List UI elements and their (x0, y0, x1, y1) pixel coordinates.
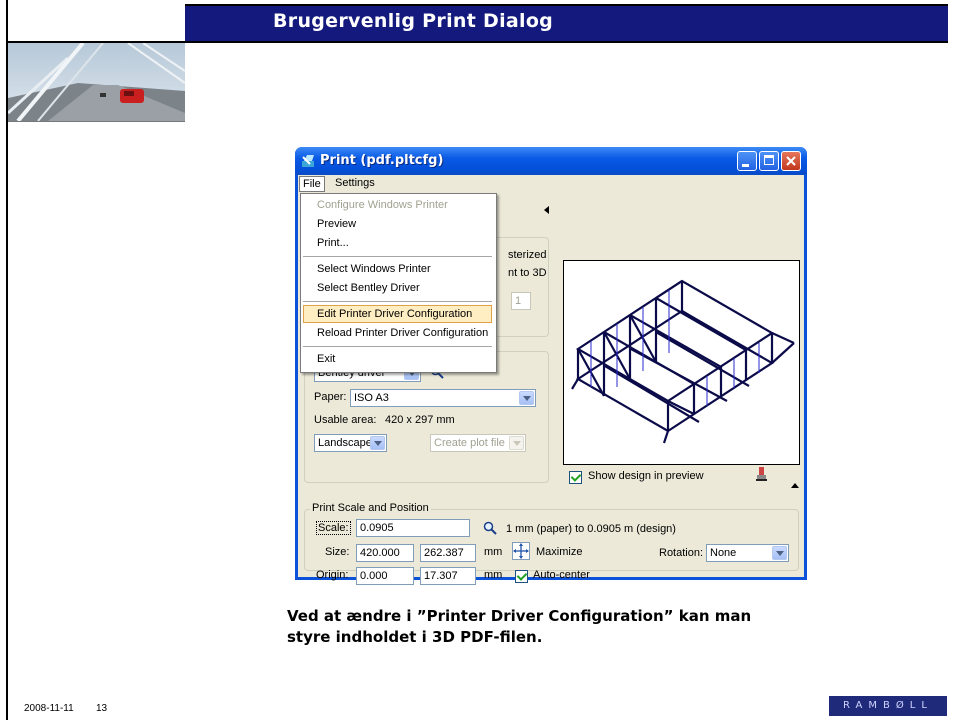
orientation-value: Landscape (318, 437, 372, 449)
rotation-label: Rotation: (659, 547, 704, 559)
window-titlebar[interactable]: Print (pdf.pltcfg) (295, 147, 807, 175)
menu-separator (303, 346, 492, 347)
maximize-icon (764, 155, 774, 165)
rasterized-label-partial: sterized (508, 249, 547, 261)
search-icon[interactable] (483, 521, 497, 535)
caption-line-1: Ved at ændre i ”Printer Driver Configura… (287, 607, 752, 625)
print-preview (563, 260, 800, 465)
maximize-button[interactable] (759, 151, 779, 171)
file-menu-dropdown: Configure Windows Printer Preview Print.… (300, 193, 497, 373)
usable-area-label: Usable area: (314, 414, 377, 426)
rotation-value: None (710, 547, 737, 559)
size-unit: mm (484, 546, 503, 558)
print-to-3d-label-partial: nt to 3D (508, 267, 547, 279)
close-button[interactable] (781, 151, 801, 171)
paper-label: Paper: (314, 391, 347, 403)
collapse-arrow-icon[interactable] (544, 206, 549, 214)
create-plot-file-select[interactable]: Create plot file (430, 434, 526, 452)
size-label: Size: (325, 546, 350, 558)
size-x-input[interactable]: 420.000 (356, 544, 414, 562)
origin-label: Origin: (316, 569, 349, 581)
chevron-down-icon (370, 436, 385, 450)
paper-select[interactable]: ISO A3 (350, 389, 536, 407)
auto-center-checkbox[interactable] (515, 570, 528, 583)
paper-value: ISO A3 (354, 392, 389, 404)
menu-file[interactable]: File (299, 176, 325, 192)
scale-label: Scale: (316, 521, 351, 535)
slide-caption: Ved at ændre i ”Printer Driver Configura… (287, 606, 907, 648)
chevron-down-icon (519, 391, 534, 405)
footer-page-number: 13 (96, 703, 108, 714)
usable-area-value: 420 x 297 mm (385, 414, 455, 426)
minimize-icon (742, 164, 749, 167)
chevron-down-icon (509, 436, 524, 450)
minimize-button[interactable] (737, 151, 757, 171)
menu-settings[interactable]: Settings (335, 177, 375, 189)
expand-arrow-icon[interactable] (791, 483, 799, 488)
slide-title: Brugervenlig Print Dialog (273, 10, 554, 32)
scale-description: 1 mm (paper) to 0.0905 m (design) (506, 523, 676, 535)
rotation-select[interactable]: None (706, 544, 789, 562)
scale-input[interactable]: 0.0905 (356, 519, 470, 537)
close-icon (786, 156, 796, 166)
maximize-label[interactable]: Maximize (536, 546, 582, 558)
menu-exit[interactable]: Exit (317, 350, 335, 368)
origin-unit: mm (484, 569, 503, 581)
orientation-select[interactable]: Landscape (314, 434, 387, 452)
footer-date: 2008-11-11 (24, 703, 74, 714)
slide-title-bar: Brugervenlig Print Dialog (185, 4, 948, 41)
bridge-photo (8, 43, 185, 121)
size-y-input[interactable]: 262.387 (420, 544, 476, 562)
create-plot-file-value: Create plot file (434, 437, 505, 449)
menu-reload-printer-driver-configuration[interactable]: Reload Printer Driver Configuration (317, 324, 488, 342)
menu-separator (303, 256, 492, 257)
preview-3d-model (571, 279, 795, 444)
show-design-label: Show design in preview (588, 470, 704, 482)
printer-app-icon (302, 155, 314, 167)
window-title: Print (pdf.pltcfg) (320, 153, 444, 168)
pen-icon[interactable] (755, 466, 769, 482)
menu-configure-windows-printer[interactable]: Configure Windows Printer (317, 196, 448, 214)
copies-field[interactable]: 1 (511, 292, 531, 310)
menu-preview[interactable]: Preview (317, 215, 356, 233)
maximize-icon[interactable] (512, 542, 530, 560)
caption-line-2: styre indholdet i 3D PDF-filen. (287, 628, 543, 646)
menu-edit-printer-driver-configuration[interactable]: Edit Printer Driver Configuration (317, 305, 472, 323)
menu-select-windows-printer[interactable]: Select Windows Printer (317, 260, 431, 278)
company-logo: RAMBØLL (829, 696, 947, 716)
show-design-checkbox[interactable] (569, 471, 582, 484)
scale-position-title: Print Scale and Position (310, 502, 431, 514)
chevron-down-icon (772, 546, 787, 560)
menu-separator (303, 301, 492, 302)
origin-x-input[interactable]: 0.000 (356, 567, 414, 585)
menu-print[interactable]: Print... (317, 234, 349, 252)
origin-y-input[interactable]: 17.307 (420, 567, 476, 585)
auto-center-label: Auto-center (533, 569, 590, 581)
menu-select-bentley-driver[interactable]: Select Bentley Driver (317, 279, 420, 297)
menu-bar: File Settings (298, 175, 804, 193)
photo-separator (8, 121, 185, 122)
